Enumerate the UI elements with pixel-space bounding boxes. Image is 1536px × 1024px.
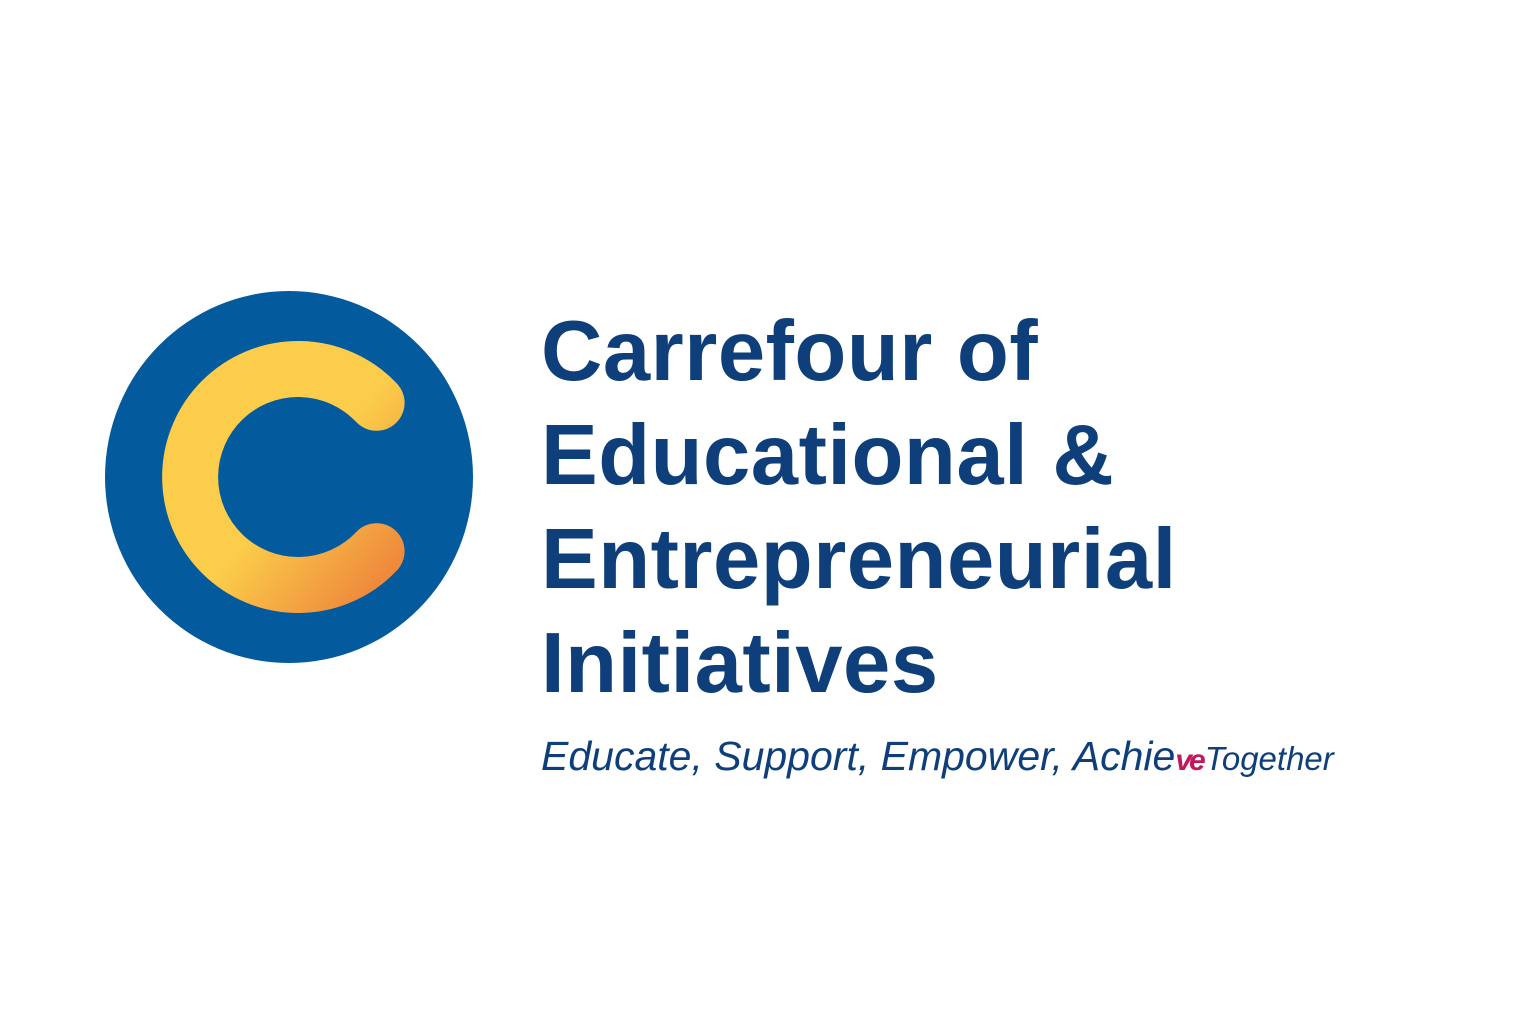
organization-name-line-1: Carrefour of [541,304,1039,399]
organization-name-line-3: Entrepreneurial [541,512,1177,607]
tagline-end: Together [1204,740,1334,777]
tagline: Educate, Support, Empower, AchieveTogeth… [541,728,1334,789]
tagline-mark: ve [1175,744,1205,777]
logo-mark [104,290,474,664]
tagline-main: Educate, Support, Empower, Achie [541,733,1176,779]
organization-name-line-2: Educational & [541,408,1115,503]
organization-name: Carrefour of Educational & Entrepreneuri… [541,300,1501,716]
organization-name-line-4: Initiatives [541,616,939,711]
letter-c-ring-icon [105,291,473,663]
